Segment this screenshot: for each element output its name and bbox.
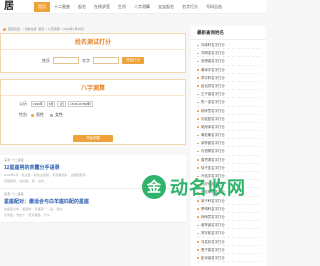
given-name-label: 名字 bbox=[82, 57, 90, 63]
surname-label: 姓氏 bbox=[42, 57, 50, 63]
sidebar-item[interactable]: 孙语桐名字打分 bbox=[197, 147, 260, 156]
nav-item-bazi[interactable]: 八字测算 bbox=[130, 2, 154, 12]
nav-item-naming[interactable]: 起名 bbox=[74, 2, 90, 12]
breadcrumb: 首页位置 > 当前位置: 首页 > 八字测算 > 2023年2月28日 bbox=[3, 26, 84, 32]
bazi-card: 八字测算 公历 1993年 5月 1日 15:00-16:59(申) 性别 男性… bbox=[0, 79, 186, 145]
sidebar-item[interactable]: 罗明轩名字打分 bbox=[197, 205, 260, 213]
sidebar-item[interactable]: 刘泽轩名字打分 bbox=[197, 41, 260, 50]
sidebar-item[interactable]: 李宇轩名字打分 bbox=[197, 74, 260, 82]
nav-item-home[interactable]: 首页 bbox=[34, 2, 50, 12]
breadcrumb-label[interactable]: 首页位置 bbox=[8, 27, 20, 31]
nav-item-number[interactable]: 号码吉凶 bbox=[202, 2, 226, 12]
post-excerpt: 白羊座... 你这个... 配对星座... 什么... bbox=[4, 213, 53, 217]
sidebar-item[interactable]: 周思源名字打分 bbox=[197, 156, 260, 164]
sidebar-item[interactable]: 胡梓晨名字打分 bbox=[197, 139, 260, 148]
post-excerpt: 在星座之中... 星座时... 有星座一... 是... 通过... bbox=[4, 207, 65, 211]
sidebar-item[interactable]: 刘明浩名字打分 bbox=[197, 49, 260, 58]
sidebar: 最新查询姓名 刘泽轩名字打分 刘明浩名字打分 张博涵名字打分 黄泽宇名字打分 李宇轩名字… bbox=[191, 26, 266, 266]
sidebar-item[interactable]: 冯嘉欣名字打分 bbox=[197, 238, 260, 246]
sidebar-item[interactable]: 赵浩然名字打分 bbox=[197, 82, 260, 91]
post-meta: 来源: 十二星座 bbox=[4, 158, 24, 162]
sidebar-item[interactable]: 谢梓涵名字打分 bbox=[197, 221, 260, 230]
calendar-label: 公历 bbox=[19, 101, 27, 106]
start-score-button[interactable]: 开始打分 bbox=[122, 57, 144, 64]
watermark-text: 动名收网 bbox=[170, 178, 246, 198]
name-test-card: 姓名测试打分 姓氏 名字 开始打分 bbox=[0, 33, 186, 73]
nav-item-name-score[interactable]: 名字打分 bbox=[178, 2, 202, 12]
sidebar-list: 刘泽轩名字打分 刘明浩名字打分 张博涵名字打分 黄泽宇名字打分 李宇轩名字打分 赵浩然名字… bbox=[191, 40, 266, 263]
birth-date-row: 公历 1993年 5月 1日 15:00-16:59(申) bbox=[19, 101, 185, 107]
post-title[interactable]: 12星座男的表露分手语录 bbox=[4, 164, 182, 171]
hour-select[interactable]: 15:00-16:59(申) bbox=[68, 101, 94, 107]
sidebar-item[interactable]: 郑宇航名字打分 bbox=[197, 229, 260, 238]
start-bazi-button[interactable]: 开始测算 bbox=[73, 135, 113, 142]
nav-item-fortune[interactable]: 在线求签 bbox=[90, 2, 114, 12]
year-select[interactable]: 1993年 bbox=[31, 101, 45, 107]
top-navbar: 居 首页 十二星座 起名 在线求签 生肖 八字测算 宝宝起名 名字打分 号码吉凶 bbox=[0, 0, 266, 14]
sidebar-item[interactable]: 刘嘉懿名字打分 bbox=[197, 115, 260, 123]
sidebar-item[interactable]: 曹子豪名字打分 bbox=[197, 246, 260, 254]
site-logo[interactable]: 居 bbox=[4, 1, 16, 13]
day-select[interactable]: 1日 bbox=[57, 101, 67, 107]
bazi-title: 八字测算 bbox=[1, 80, 185, 96]
main-nav: 首页 十二星座 起名 在线求签 生肖 八字测算 宝宝起名 名字打分 号码吉凶 bbox=[34, 2, 226, 12]
sidebar-item[interactable]: 林雨萱名字打分 bbox=[197, 213, 260, 222]
male-radio[interactable] bbox=[31, 113, 34, 117]
sidebar-title: 最新查询姓名 bbox=[191, 26, 266, 40]
home-icon bbox=[3, 27, 6, 31]
sidebar-item[interactable]: 王子涵名字打分 bbox=[197, 90, 260, 99]
sidebar-item[interactable]: 彭诗涵名字打分 bbox=[197, 254, 260, 263]
sidebar-item[interactable]: 吴雨泽名字打分 bbox=[197, 123, 260, 132]
watermark: 金 动名收网 bbox=[142, 172, 262, 202]
surname-input[interactable] bbox=[53, 57, 79, 64]
sidebar-item[interactable]: 黄泽宇名字打分 bbox=[197, 66, 260, 74]
female-radio[interactable] bbox=[50, 113, 53, 117]
sidebar-item[interactable]: 陈一诺名字打分 bbox=[197, 98, 260, 107]
breadcrumb-path: > 当前位置: 首页 > 八字测算 > 2023年2月28日 bbox=[22, 27, 84, 31]
watermark-logo-icon: 金 bbox=[142, 175, 166, 199]
given-name-input[interactable] bbox=[93, 57, 119, 64]
sidebar-item[interactable]: 张博涵名字打分 bbox=[197, 57, 260, 66]
name-test-title: 姓名测试打分 bbox=[1, 34, 185, 50]
female-label: 女性 bbox=[55, 112, 63, 117]
gender-row: 性别 男性 女性 bbox=[19, 112, 185, 118]
nav-item-zodiac[interactable]: 十二星座 bbox=[50, 2, 74, 12]
nav-item-baby-name[interactable]: 宝宝起名 bbox=[154, 2, 178, 12]
male-label: 男性 bbox=[36, 112, 44, 117]
gender-label: 性别 bbox=[19, 112, 27, 117]
sidebar-item[interactable]: 黄若曦名字打分 bbox=[197, 131, 260, 140]
nav-item-shengxiao[interactable]: 生肖 bbox=[114, 2, 130, 12]
sidebar-item[interactable]: 杨梓萱名字打分 bbox=[197, 107, 260, 115]
name-test-form: 姓氏 名字 开始打分 bbox=[1, 57, 185, 64]
month-select[interactable]: 5月 bbox=[46, 101, 56, 107]
sidebar-item[interactable]: 徐子墨名字打分 bbox=[197, 164, 260, 172]
